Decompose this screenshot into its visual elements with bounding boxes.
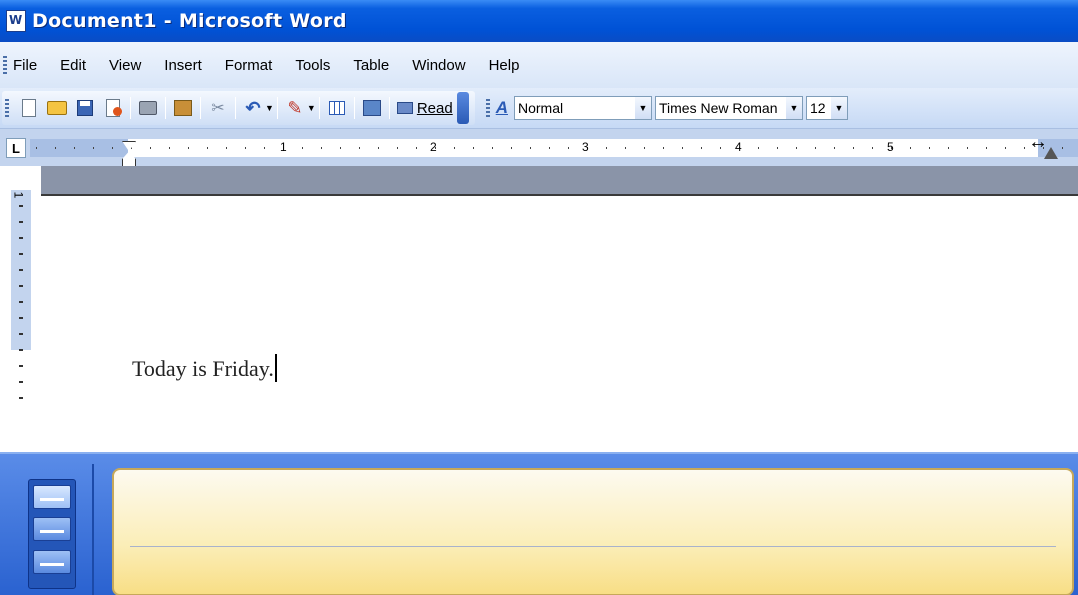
toolbar-separator — [276, 97, 278, 119]
horizontal-ruler-bar: L 1 2 3 4 5 ↔ — [0, 128, 1078, 167]
document-text-line[interactable]: Today is Friday. — [132, 354, 277, 382]
book-icon — [396, 102, 413, 114]
ruler-number: 5 — [887, 140, 894, 154]
text-cursor — [274, 354, 277, 382]
menu-bar: File Edit View Insert Format Tools Table… — [0, 42, 1078, 88]
ruler-number: 1 — [280, 140, 287, 154]
chevron-down-icon[interactable]: ▼ — [785, 97, 802, 119]
menu-edit[interactable]: Edit — [60, 55, 86, 76]
menu-window[interactable]: Window — [412, 55, 465, 76]
font-value: Times New Roman — [658, 100, 778, 116]
formatting-toolbar: A Normal ▼ Times New Roman ▼ 12 ▼ — [483, 96, 848, 120]
vertical-ruler-ticks — [19, 205, 23, 405]
toolbar-separator — [388, 97, 390, 119]
style-value: Normal — [517, 100, 564, 116]
toolbar-grip-icon[interactable] — [5, 99, 9, 117]
keyboard-mode-icon[interactable] — [33, 550, 71, 574]
undo-dropdown-icon[interactable]: ▼ — [265, 103, 274, 113]
open-folder-icon[interactable] — [46, 97, 68, 119]
insert-table-icon[interactable] — [326, 97, 348, 119]
toolbar-separator — [200, 97, 201, 119]
toolbar-separator — [353, 97, 355, 119]
print-icon[interactable] — [137, 97, 159, 119]
chevron-down-icon[interactable]: ▼ — [634, 97, 651, 119]
toolbar-options-icon[interactable] — [456, 92, 469, 124]
standard-toolbar-group: ✂ ↶ ▼ ✎ ▼ Read — [2, 91, 475, 125]
document-text: Today is Friday. — [132, 356, 274, 381]
writing-baseline — [130, 546, 1056, 547]
save-icon[interactable] — [74, 97, 96, 119]
menu-format[interactable]: Format — [225, 55, 273, 76]
menu-insert[interactable]: Insert — [164, 55, 202, 76]
read-button-label: Read — [416, 99, 453, 117]
style-select[interactable]: Normal ▼ — [513, 96, 652, 120]
menu-file[interactable]: File — [13, 55, 37, 76]
document-canvas[interactable]: Today is Friday. — [41, 198, 1078, 415]
format-painter-dropdown-icon[interactable]: ▼ — [307, 103, 316, 113]
cut-icon[interactable]: ✂ — [207, 97, 229, 119]
new-document-icon[interactable] — [18, 97, 40, 119]
page-top-band — [41, 166, 1078, 196]
menu-view[interactable]: View — [109, 55, 141, 76]
ruler-number: 3 — [582, 140, 589, 154]
word-app-icon[interactable] — [6, 10, 26, 32]
menu-grip-icon[interactable] — [3, 56, 7, 74]
input-mode-area — [14, 464, 94, 595]
tab-selector[interactable]: L — [6, 138, 26, 158]
font-size-select[interactable]: 12 ▼ — [805, 96, 848, 120]
toolbar-separator — [165, 97, 166, 119]
horizontal-ruler[interactable]: 1 2 3 4 5 ↔ — [30, 131, 1078, 167]
styles-formatting-icon[interactable]: A — [496, 98, 508, 118]
toolbar-separator — [318, 97, 320, 119]
research-icon[interactable] — [172, 97, 194, 119]
resize-cursor-icon: ↔ — [1028, 131, 1048, 153]
menu-table[interactable]: Table — [353, 55, 389, 76]
ruler-ticks — [36, 147, 1076, 149]
ruler-number: 4 — [735, 140, 742, 154]
chevron-down-icon[interactable]: ▼ — [830, 97, 847, 119]
standard-toolbar: ✂ ↶ ▼ ✎ ▼ Read A Normal ▼ Times New Roma… — [0, 88, 1078, 128]
menu-help[interactable]: Help — [489, 55, 520, 76]
font-size-value: 12 — [809, 100, 826, 116]
title-bar: Document1 - Microsoft Word — [0, 0, 1078, 42]
toolbar-separator — [235, 97, 236, 119]
writing-pad-mode-icon[interactable] — [33, 485, 71, 509]
vertical-ruler[interactable]: 1 — [11, 190, 31, 415]
input-panel — [0, 452, 1078, 595]
input-mode-buttons — [28, 479, 76, 589]
undo-icon[interactable]: ↶ — [242, 97, 264, 119]
writing-pad[interactable] — [112, 468, 1074, 595]
toolbar-separator — [130, 97, 131, 119]
character-pad-mode-icon[interactable] — [33, 517, 71, 541]
permission-icon[interactable] — [102, 97, 124, 119]
menu-tools[interactable]: Tools — [295, 55, 330, 76]
document-map-icon[interactable] — [361, 97, 383, 119]
ruler-number: 2 — [430, 140, 437, 154]
format-painter-icon[interactable]: ✎ — [284, 97, 306, 119]
formatting-grip-icon[interactable] — [485, 99, 490, 117]
vertical-ruler-number: 1 — [11, 191, 26, 199]
window-title: Document1 - Microsoft Word — [32, 10, 347, 32]
font-select[interactable]: Times New Roman ▼ — [654, 96, 803, 120]
read-button[interactable]: Read — [396, 99, 453, 117]
